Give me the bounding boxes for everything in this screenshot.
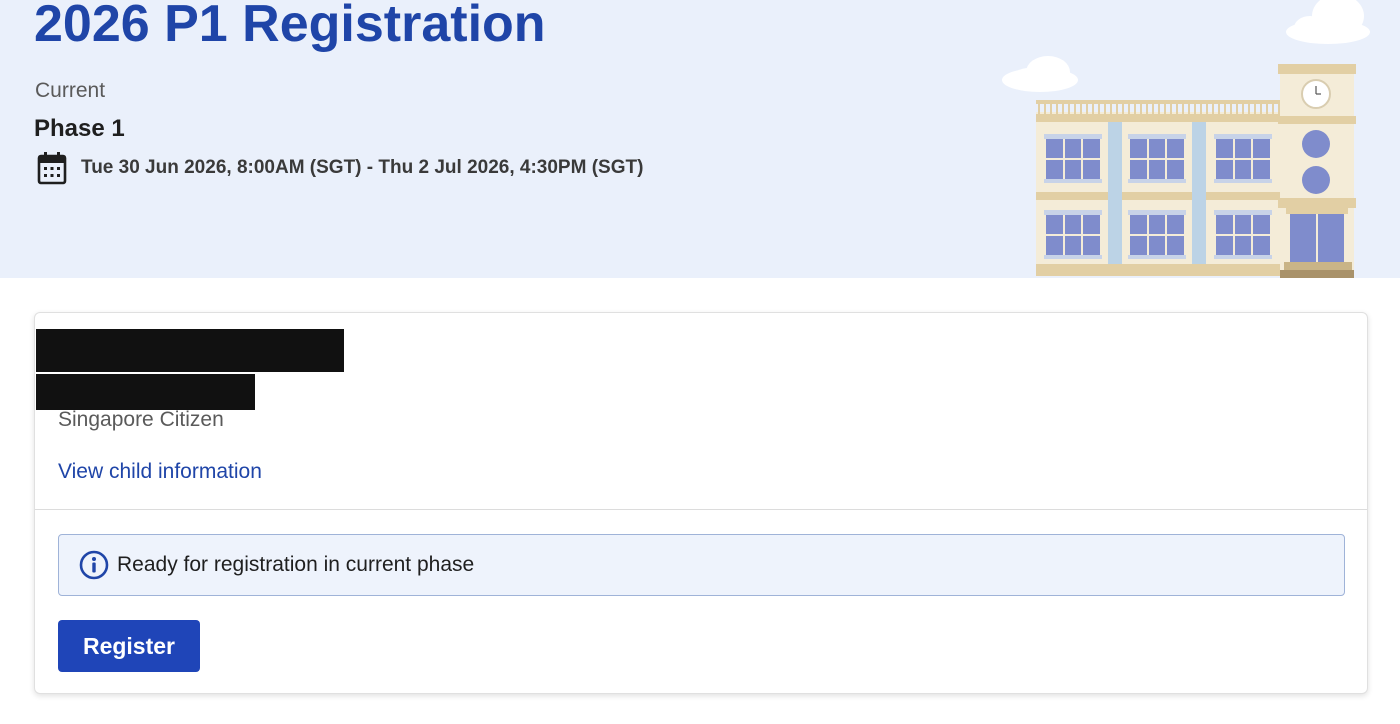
phase-name: Phase 1 (34, 115, 125, 142)
hero-banner: 2026 P1 Registration Current Phase 1 Tue… (0, 0, 1400, 278)
redacted-child-id (36, 374, 255, 410)
calendar-icon (36, 150, 68, 186)
school-building-illustration (1002, 0, 1370, 278)
citizenship-status: Singapore Citizen (58, 408, 224, 431)
phase-date-range: Tue 30 Jun 2026, 8:00AM (SGT) - Thu 2 Ju… (36, 150, 643, 186)
alert-message: Ready for registration in current phase (117, 553, 475, 576)
cloud-icon (1286, 0, 1370, 44)
register-button[interactable]: Register (58, 620, 200, 672)
child-registration-card: Singapore Citizen View child information… (34, 312, 1368, 694)
info-icon (79, 550, 109, 580)
phase-status-label: Current (35, 79, 106, 102)
redacted-child-name (36, 329, 344, 372)
view-child-information-link[interactable]: View child information (58, 459, 262, 485)
card-divider (35, 509, 1367, 510)
registration-status-alert: Ready for registration in current phase (58, 534, 1345, 596)
date-range-text: Tue 30 Jun 2026, 8:00AM (SGT) - Thu 2 Ju… (81, 157, 644, 178)
cloud-icon (1002, 56, 1078, 92)
page-title: 2026 P1 Registration (34, 0, 546, 53)
